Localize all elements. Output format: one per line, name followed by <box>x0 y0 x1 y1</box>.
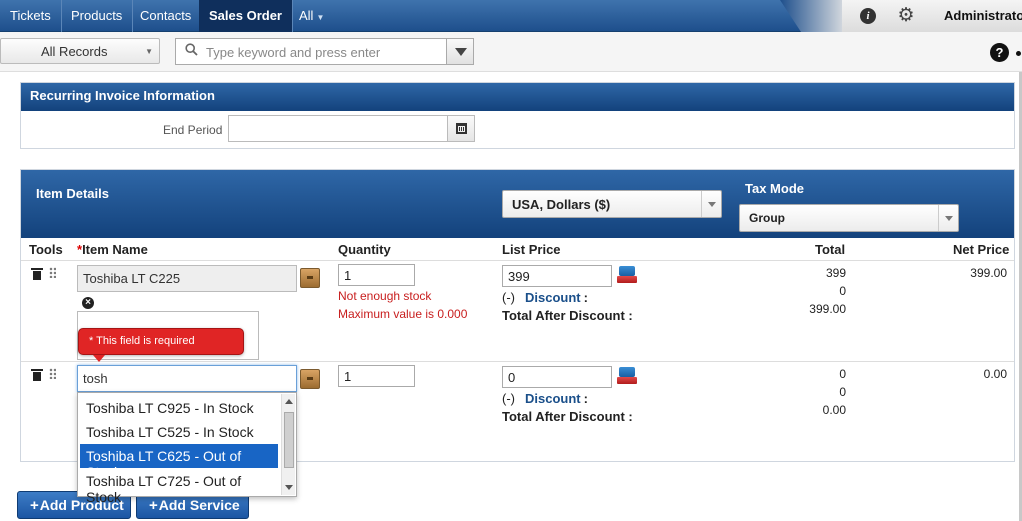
tax-mode-select[interactable]: Group <box>739 204 959 232</box>
chevron-down-icon: ▼ <box>316 13 325 22</box>
calendar-icon <box>456 123 467 134</box>
total-after-discount-value: 399.00 <box>809 302 846 316</box>
scroll-up-icon[interactable] <box>285 399 293 404</box>
clear-icon[interactable]: × <box>82 297 94 309</box>
tab-all[interactable]: All ▼ <box>289 0 334 32</box>
discount-value: 0 <box>839 385 846 399</box>
item-name-input[interactable]: Toshiba LT C225 <box>77 265 297 292</box>
recurring-invoice-title: Recurring Invoice Information <box>21 83 1014 111</box>
suggestion-item[interactable]: Toshiba LT C725 - Out of Stock <box>80 469 278 505</box>
price-book-icon[interactable] <box>617 367 637 385</box>
trash-icon[interactable] <box>31 268 43 280</box>
item-details-header: Item Details USA, Dollars ($) Tax Mode G… <box>21 170 1014 238</box>
price-book-icon[interactable] <box>617 266 637 284</box>
recurring-invoice-panel: Recurring Invoice Information End Period <box>20 82 1015 149</box>
product-box-icon[interactable] <box>300 369 320 389</box>
required-field-tooltip: * This field is required <box>78 328 244 362</box>
add-service-label: Add Service <box>158 497 240 513</box>
col-item-name: *Item Name <box>77 242 148 257</box>
nav-divider <box>780 0 850 32</box>
row-divider <box>21 361 1014 362</box>
discount-prefix: (-) <box>502 391 515 406</box>
stock-warning: Not enough stock <box>338 289 432 303</box>
item-details-title: Item Details <box>36 186 109 201</box>
chevron-down-icon <box>938 205 958 231</box>
scroll-down-icon[interactable] <box>285 485 293 490</box>
item-name-input[interactable]: tosh <box>77 365 297 392</box>
quantity-input[interactable]: 1 <box>338 365 415 387</box>
list-price-input[interactable]: 0 <box>502 366 612 388</box>
tab-contacts[interactable]: Contacts <box>130 0 203 32</box>
suggestion-item[interactable]: Toshiba LT C525 - In Stock <box>80 420 278 444</box>
quantity-input[interactable]: 1 <box>338 264 415 286</box>
tax-mode-value: Group <box>749 211 785 225</box>
col-list-price: List Price <box>502 242 561 257</box>
total-after-discount-value: 0.00 <box>822 403 846 417</box>
search-box <box>175 38 474 65</box>
discount-colon: : <box>583 290 588 305</box>
plus-icon: + <box>149 497 158 514</box>
total-value: 0 <box>839 367 846 381</box>
chevron-down-icon: ▼ <box>145 47 153 56</box>
records-filter-label: All Records <box>41 44 108 59</box>
help-icon[interactable]: ? <box>990 43 1009 62</box>
discount-colon: : <box>583 391 588 406</box>
discount-link-label: Discount <box>525 391 581 406</box>
col-net-price: Net Price <box>953 242 1010 257</box>
chevron-down-icon <box>701 191 721 217</box>
info-icon[interactable]: i <box>860 8 876 24</box>
currency-value: USA, Dollars ($) <box>512 197 611 212</box>
records-filter-select[interactable]: All Records ▼ <box>0 38 160 64</box>
suggestion-item[interactable]: Toshiba LT C625 - Out of Stock <box>80 444 278 480</box>
list-price-input[interactable]: 399 <box>502 265 612 287</box>
col-item-name-label: Item Name <box>82 242 148 257</box>
toolbar: All Records ▼ <box>0 32 1022 72</box>
discount-link[interactable]: Discount: <box>525 290 588 305</box>
top-nav: Tickets Products Contacts Sales Order Al… <box>0 0 1022 32</box>
discount-value: 0 <box>839 284 846 298</box>
search-options-button[interactable] <box>446 39 473 64</box>
total-value: 399 <box>825 266 846 280</box>
discount-prefix: (-) <box>502 290 515 305</box>
col-total: Total <box>815 242 846 257</box>
tab-sales-order[interactable]: Sales Order <box>199 0 293 32</box>
date-picker-button[interactable] <box>447 115 475 142</box>
currency-select[interactable]: USA, Dollars ($) <box>502 190 722 218</box>
total-after-discount-label: Total After Discount : <box>502 308 633 323</box>
suggestion-item[interactable]: Toshiba LT C925 - In Stock <box>80 396 278 420</box>
tax-mode-label: Tax Mode <box>745 181 804 196</box>
product-box-icon[interactable] <box>300 268 320 288</box>
tab-all-label: All <box>299 8 314 23</box>
more-icon[interactable] <box>1016 51 1021 56</box>
plus-icon: + <box>30 497 39 514</box>
search-input[interactable] <box>206 43 442 61</box>
max-value-warning: Maximum value is 0.000 <box>338 307 468 321</box>
item-suggestions-dropdown: Toshiba LT C925 - In Stock Toshiba LT C5… <box>77 392 297 505</box>
discount-link-label: Discount <box>525 290 581 305</box>
drag-handle-icon[interactable] <box>49 267 56 278</box>
drag-handle-icon[interactable] <box>49 368 56 379</box>
net-price-value: 399.00 <box>970 266 1007 280</box>
search-icon <box>185 43 198 56</box>
tab-products[interactable]: Products <box>61 0 134 32</box>
net-price-value: 0.00 <box>983 367 1007 381</box>
total-after-discount-label: Total After Discount : <box>502 409 633 424</box>
discount-link[interactable]: Discount: <box>525 391 588 406</box>
gear-icon[interactable]: ⚙ <box>896 6 916 26</box>
col-tools: Tools <box>29 242 63 257</box>
suggestions-scrollbar[interactable] <box>281 394 295 495</box>
trash-icon[interactable] <box>31 369 43 381</box>
chevron-down-icon <box>455 48 467 56</box>
end-period-label: End Period <box>163 123 223 137</box>
tab-tickets[interactable]: Tickets <box>0 0 62 32</box>
col-quantity: Quantity <box>338 242 391 257</box>
row-divider <box>21 260 1014 261</box>
user-menu[interactable]: Administrato <box>944 0 1022 32</box>
scroll-thumb[interactable] <box>284 412 294 468</box>
end-period-input[interactable] <box>228 115 448 142</box>
